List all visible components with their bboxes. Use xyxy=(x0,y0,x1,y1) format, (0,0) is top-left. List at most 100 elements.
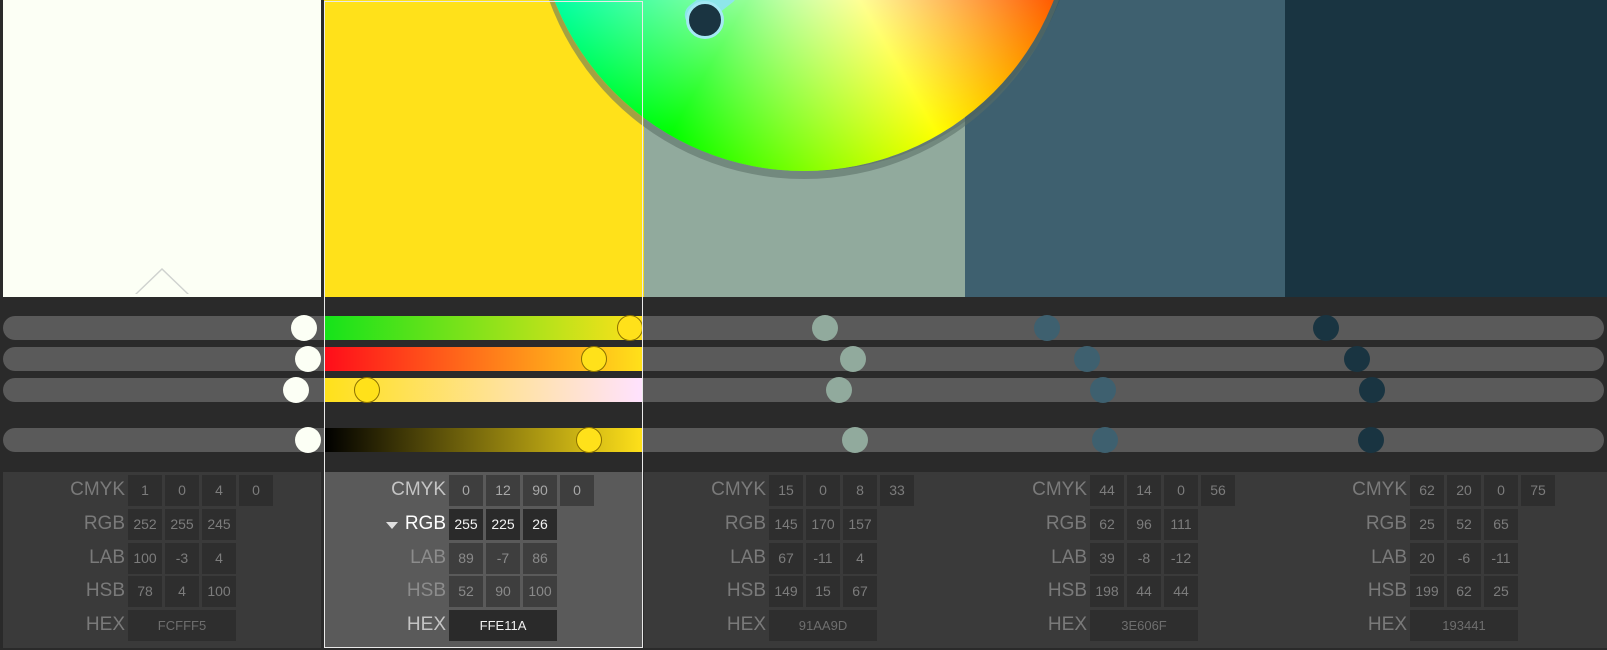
hsb-value-field[interactable]: 100 xyxy=(202,576,236,607)
slider-knob[interactable] xyxy=(812,315,838,341)
rgb-value-field[interactable]: 225 xyxy=(486,509,520,540)
lab-value-field[interactable]: 39 xyxy=(1090,543,1124,574)
hsb-value-field[interactable]: 78 xyxy=(128,576,162,607)
mode-dropdown-caret-icon[interactable] xyxy=(386,522,398,529)
lab-value-field[interactable]: 4 xyxy=(843,543,877,574)
hex-field[interactable]: 193441 xyxy=(1410,610,1518,641)
lab-value-field[interactable]: 100 xyxy=(128,543,162,574)
slider-knob[interactable] xyxy=(1358,427,1384,453)
slider-knob[interactable] xyxy=(291,315,317,341)
lab-value-field[interactable]: 89 xyxy=(449,543,483,574)
slider-knob[interactable] xyxy=(842,427,868,453)
wheel-handle[interactable] xyxy=(686,1,724,39)
hsb-value-field[interactable]: 15 xyxy=(806,576,840,607)
slider-knob[interactable] xyxy=(1074,346,1100,372)
cmyk-value-field[interactable]: 8 xyxy=(843,475,877,506)
hex-field[interactable]: FFE11A xyxy=(449,610,557,641)
rgb-value-field[interactable]: 255 xyxy=(165,509,199,540)
rgb-value-field[interactable]: 245 xyxy=(202,509,236,540)
lab-value-field[interactable]: -11 xyxy=(1484,543,1518,574)
lab-label: LAB xyxy=(1371,547,1407,568)
rgb-value-field[interactable]: 170 xyxy=(806,509,840,540)
hsb-value-field[interactable]: 67 xyxy=(843,576,877,607)
lab-value-field[interactable]: 67 xyxy=(769,543,803,574)
hsb-value-field[interactable]: 100 xyxy=(523,576,557,607)
rgb-label[interactable]: RGB xyxy=(405,513,446,535)
lab-value-field[interactable]: -6 xyxy=(1447,543,1481,574)
color-wheel-disc[interactable] xyxy=(536,0,1072,171)
cmyk-value-field[interactable]: 56 xyxy=(1201,475,1235,506)
hsb-value-field[interactable]: 198 xyxy=(1090,576,1124,607)
lab-value-field[interactable]: -3 xyxy=(165,543,199,574)
slider-knob[interactable] xyxy=(283,377,309,403)
cmyk-value-field[interactable]: 0 xyxy=(1164,475,1198,506)
slider-knob[interactable] xyxy=(295,427,321,453)
hex-field[interactable]: FCFFF5 xyxy=(128,610,236,641)
slider-knob[interactable] xyxy=(617,315,643,341)
cmyk-value-field[interactable]: 4 xyxy=(202,475,236,506)
slider-knob[interactable] xyxy=(1313,315,1339,341)
slider-knob[interactable] xyxy=(1090,377,1116,403)
rgb-value-field[interactable]: 62 xyxy=(1090,509,1124,540)
rgb-value-field[interactable]: 52 xyxy=(1447,509,1481,540)
lab-value-field[interactable]: 86 xyxy=(523,543,557,574)
cmyk-value-field[interactable]: 0 xyxy=(806,475,840,506)
lab-value-field[interactable]: -8 xyxy=(1127,543,1161,574)
slider-knob[interactable] xyxy=(295,346,321,372)
lab-value-field[interactable]: 20 xyxy=(1410,543,1444,574)
slider-knob[interactable] xyxy=(354,377,380,403)
hsb-value-field[interactable]: 52 xyxy=(449,576,483,607)
cmyk-value-field[interactable]: 0 xyxy=(1484,475,1518,506)
slider-knob[interactable] xyxy=(826,377,852,403)
hex-field[interactable]: 3E606F xyxy=(1090,610,1198,641)
cmyk-value-field[interactable]: 0 xyxy=(165,475,199,506)
hsb-value-field[interactable]: 44 xyxy=(1164,576,1198,607)
hsb-value-field[interactable]: 90 xyxy=(486,576,520,607)
slider-knob[interactable] xyxy=(1092,427,1118,453)
rgb-value-field[interactable]: 26 xyxy=(523,509,557,540)
slider-gradient-1[interactable] xyxy=(325,316,643,340)
slider-knob[interactable] xyxy=(840,346,866,372)
slider-knob[interactable] xyxy=(581,346,607,372)
cmyk-value-field[interactable]: 62 xyxy=(1410,475,1444,506)
rgb-value-field[interactable]: 65 xyxy=(1484,509,1518,540)
hex-field[interactable]: 91AA9D xyxy=(769,610,877,641)
rgb-value-field[interactable]: 145 xyxy=(769,509,803,540)
swatch-1[interactable] xyxy=(3,0,321,297)
cmyk-value-field[interactable]: 0 xyxy=(560,475,594,506)
cmyk-value-field[interactable]: 0 xyxy=(239,475,273,506)
lab-value-field[interactable]: -12 xyxy=(1164,543,1198,574)
cmyk-value-field[interactable]: 20 xyxy=(1447,475,1481,506)
cmyk-value-field[interactable]: 33 xyxy=(880,475,914,506)
lab-value-field[interactable]: 4 xyxy=(202,543,236,574)
cmyk-value-field[interactable]: 12 xyxy=(486,475,520,506)
slider-knob[interactable] xyxy=(1034,315,1060,341)
cmyk-value-field[interactable]: 15 xyxy=(769,475,803,506)
lab-value-field[interactable]: -11 xyxy=(806,543,840,574)
rgb-value-field[interactable]: 255 xyxy=(449,509,483,540)
slider-track-1[interactable] xyxy=(3,316,1604,340)
slider-knob[interactable] xyxy=(576,427,602,453)
rgb-value-field[interactable]: 111 xyxy=(1164,509,1198,540)
cmyk-value-field[interactable]: 75 xyxy=(1521,475,1555,506)
hsb-value-field[interactable]: 149 xyxy=(769,576,803,607)
cmyk-value-field[interactable]: 0 xyxy=(449,475,483,506)
color-wheel[interactable] xyxy=(536,0,1072,171)
rgb-value-field[interactable]: 157 xyxy=(843,509,877,540)
cmyk-value-field[interactable]: 1 xyxy=(128,475,162,506)
lab-value-field[interactable]: -7 xyxy=(486,543,520,574)
cmyk-value-field[interactable]: 14 xyxy=(1127,475,1161,506)
hsb-value-field[interactable]: 44 xyxy=(1127,576,1161,607)
hsb-value-field[interactable]: 199 xyxy=(1410,576,1444,607)
rgb-value-field[interactable]: 96 xyxy=(1127,509,1161,540)
rgb-value-field[interactable]: 25 xyxy=(1410,509,1444,540)
cmyk-value-field[interactable]: 44 xyxy=(1090,475,1124,506)
hsb-value-field[interactable]: 25 xyxy=(1484,576,1518,607)
hsb-value-field[interactable]: 4 xyxy=(165,576,199,607)
slider-knob[interactable] xyxy=(1359,377,1385,403)
cmyk-value-field[interactable]: 90 xyxy=(523,475,557,506)
hsb-value-field[interactable]: 62 xyxy=(1447,576,1481,607)
rgb-value-field[interactable]: 252 xyxy=(128,509,162,540)
slider-knob[interactable] xyxy=(1344,346,1370,372)
swatch-5[interactable] xyxy=(1285,0,1607,297)
